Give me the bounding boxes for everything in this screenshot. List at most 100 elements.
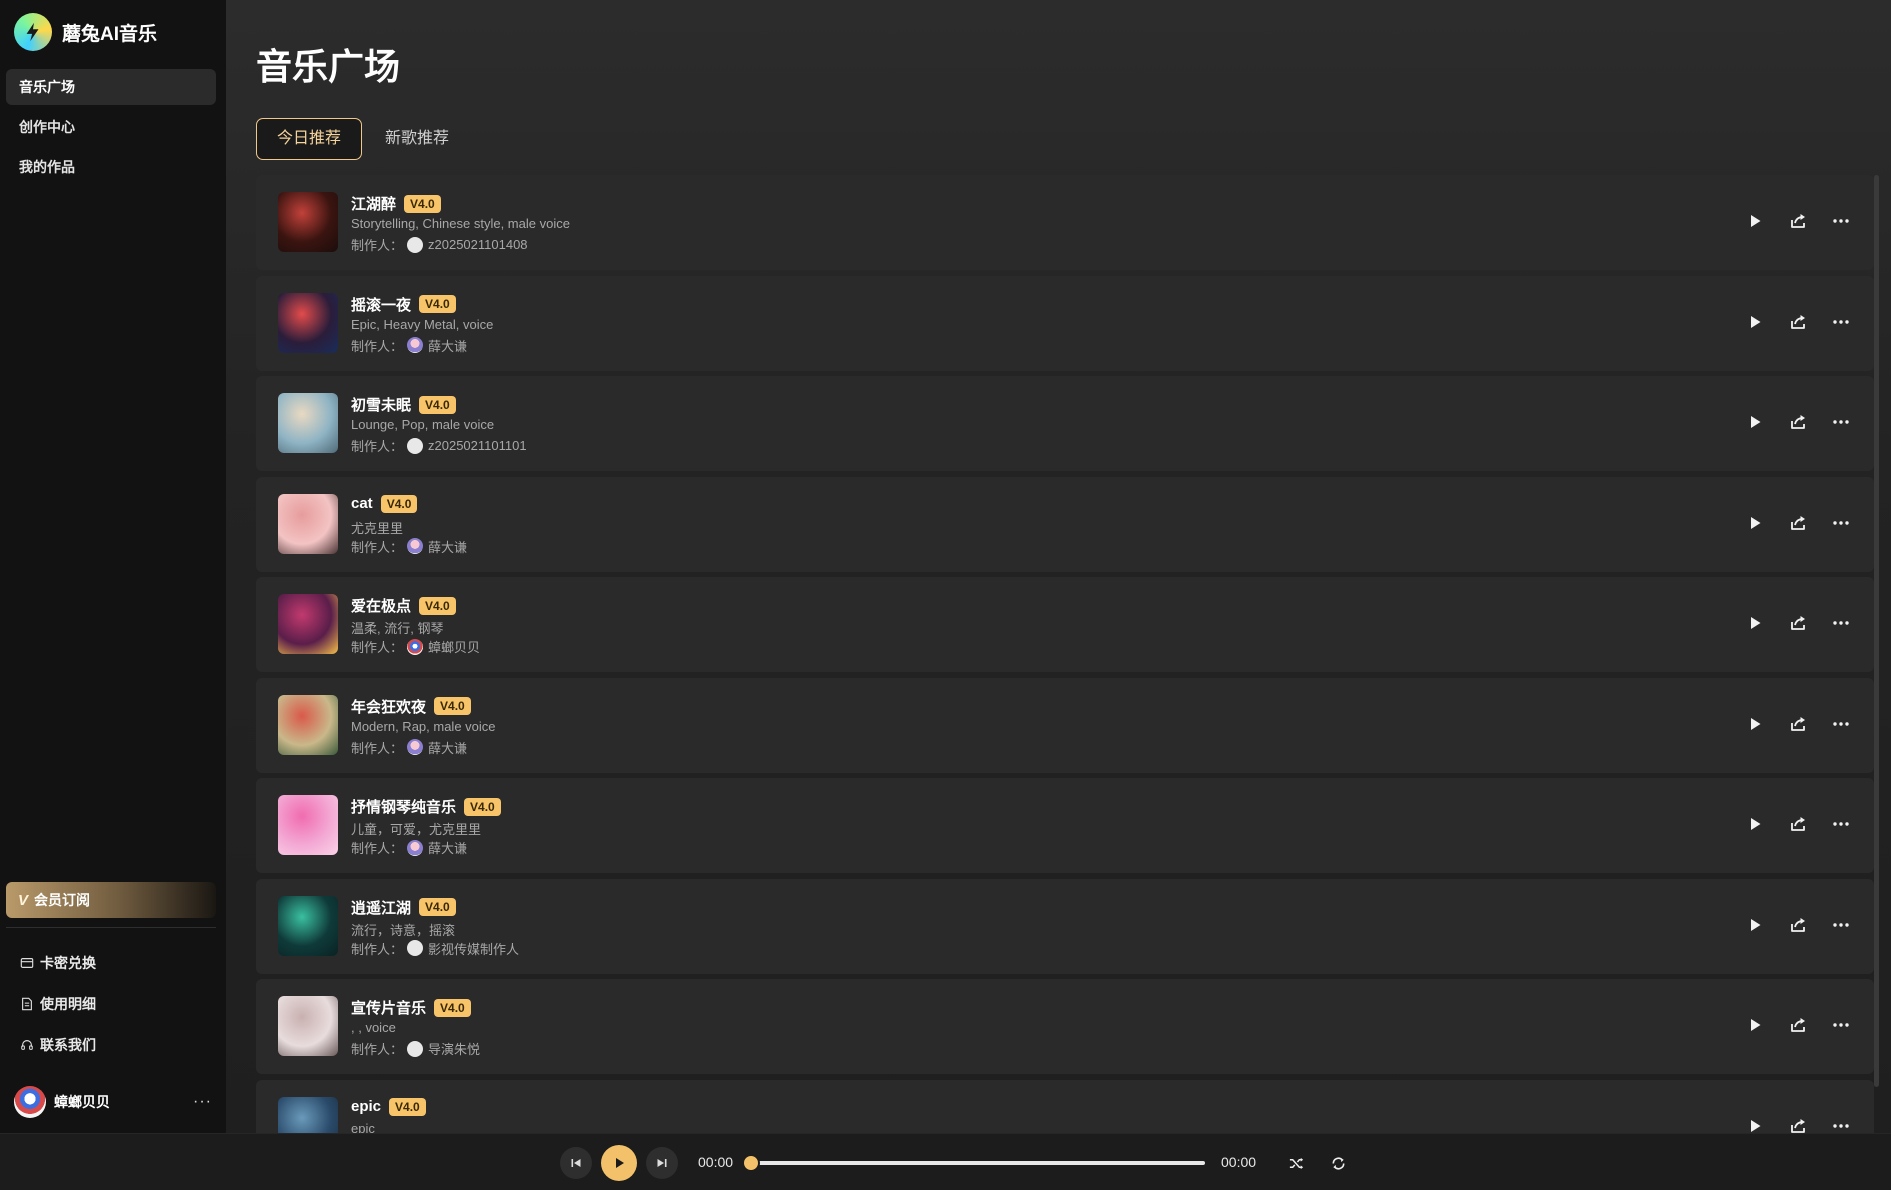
row-more-button[interactable]: [1828, 208, 1854, 234]
vip-subscribe-button[interactable]: V 会员订阅: [6, 882, 216, 918]
maker-name[interactable]: 影视传媒制作人: [428, 939, 519, 958]
next-button[interactable]: [646, 1147, 678, 1179]
song-cover[interactable]: [278, 895, 338, 956]
song-cover[interactable]: [278, 292, 338, 353]
row-more-button[interactable]: [1828, 811, 1854, 837]
maker-name[interactable]: 导演朱悦: [428, 1039, 480, 1058]
song-row[interactable]: 摇滚一夜 V4.0 Epic, Heavy Metal, voice 制作人： 薛大谦: [256, 275, 1874, 371]
row-play-button[interactable]: [1742, 510, 1768, 536]
song-row[interactable]: 逍遥江湖 V4.0 流行，诗意，摇滚 制作人： 影视传媒制作人: [256, 878, 1874, 974]
progress-slider[interactable]: [742, 1154, 1205, 1172]
song-cover[interactable]: [278, 192, 338, 252]
song-name[interactable]: epic: [351, 1098, 381, 1115]
row-play-button[interactable]: [1742, 1113, 1768, 1134]
row-share-button[interactable]: [1785, 1012, 1811, 1038]
maker-name[interactable]: 蟑螂贝贝: [428, 637, 480, 656]
row-more-button[interactable]: [1828, 912, 1854, 938]
song-name[interactable]: 年会狂欢夜: [351, 696, 426, 717]
song-name[interactable]: 爱在极点: [351, 595, 411, 616]
song-name[interactable]: 江湖醉: [351, 193, 396, 214]
row-play-button[interactable]: [1742, 208, 1768, 234]
song-name[interactable]: 初雪未眠: [351, 394, 411, 415]
song-name[interactable]: 摇滚一夜: [351, 294, 411, 315]
song-row[interactable]: 宣传片音乐 V4.0 , , voice 制作人： 导演朱悦: [256, 979, 1874, 1074]
sidebar-divider: [6, 927, 216, 928]
row-share-button[interactable]: [1785, 309, 1811, 335]
row-play-button[interactable]: [1742, 711, 1768, 737]
sidebar-link-usage-details[interactable]: 使用明细: [6, 983, 216, 1024]
song-cover[interactable]: [278, 493, 338, 554]
share-icon: [1791, 314, 1805, 329]
song-name[interactable]: cat: [351, 495, 373, 512]
song-maker: 制作人： 薛大谦: [351, 838, 467, 857]
row-more-button[interactable]: [1828, 1113, 1854, 1134]
song-cover[interactable]: [278, 996, 338, 1056]
user-profile[interactable]: 蟑螂贝贝 ···: [14, 1085, 216, 1119]
row-play-button[interactable]: [1742, 409, 1768, 435]
row-actions: [1725, 610, 1854, 636]
song-row[interactable]: 初雪未眠 V4.0 Lounge, Pop, male voice 制作人： z2025…: [256, 376, 1874, 471]
more-icon: [1833, 721, 1849, 726]
song-row[interactable]: cat V4.0 尤克里里 制作人： 薛大谦: [256, 476, 1874, 572]
song-cover[interactable]: [278, 694, 338, 755]
maker-name[interactable]: 薛大谦: [428, 537, 467, 556]
maker-prefix: 制作人：: [351, 1042, 404, 1057]
maker-name[interactable]: 薛大谦: [428, 838, 467, 857]
row-more-button[interactable]: [1828, 1012, 1854, 1038]
row-play-button[interactable]: [1742, 1012, 1768, 1038]
song-title-line: cat V4.0: [351, 494, 418, 513]
tab-today-recommend[interactable]: 今日推荐: [256, 118, 363, 160]
row-more-button[interactable]: [1828, 309, 1854, 335]
nav-item-my-works[interactable]: 我的作品: [6, 149, 216, 185]
nav-item-creation-center[interactable]: 创作中心: [6, 109, 216, 145]
tab-new-songs[interactable]: 新歌推荐: [364, 118, 470, 160]
maker-name[interactable]: 薛大谦: [428, 336, 467, 355]
song-row[interactable]: 抒情钢琴纯音乐 V4.0 儿童，可爱，尤克里里 制作人： 薛大谦: [256, 778, 1874, 873]
song-name[interactable]: 抒情钢琴纯音乐: [351, 796, 456, 817]
row-share-button[interactable]: [1785, 409, 1811, 435]
version-badge: V4.0: [434, 998, 471, 1017]
song-cover[interactable]: [278, 393, 338, 453]
previous-button[interactable]: [560, 1147, 592, 1179]
song-row[interactable]: 江湖醉 V4.0 Storytelling, Chinese style, male…: [256, 175, 1874, 270]
sidebar-link-contact-us[interactable]: 联系我们: [6, 1024, 216, 1065]
row-play-button[interactable]: [1742, 811, 1768, 837]
row-share-button[interactable]: [1785, 610, 1811, 636]
maker-prefix: 制作人：: [351, 439, 404, 454]
brand[interactable]: 蘑兔AI音乐: [14, 13, 157, 51]
row-share-button[interactable]: [1785, 912, 1811, 938]
repeat-button[interactable]: [1327, 1152, 1349, 1174]
song-cover[interactable]: [278, 594, 338, 654]
song-row[interactable]: 爱在极点 V4.0 温柔, 流行, 钢琴 制作人： 蟑螂贝贝: [256, 577, 1874, 672]
song-name[interactable]: 宣传片音乐: [351, 997, 426, 1018]
nav-item-music-square[interactable]: 音乐广场: [6, 69, 216, 105]
sidebar-links: 卡密兑换 使用明细 联系我们: [6, 942, 216, 1065]
scrollbar[interactable]: [1874, 175, 1879, 1087]
row-more-button[interactable]: [1828, 610, 1854, 636]
row-more-button[interactable]: [1828, 510, 1854, 536]
maker-name[interactable]: z2025021101101: [428, 438, 527, 453]
song-row[interactable]: epic V4.0 epic: [256, 1079, 1874, 1134]
user-more-button[interactable]: ···: [193, 1093, 212, 1111]
song-cover[interactable]: [278, 795, 338, 855]
song-name[interactable]: 逍遥江湖: [351, 897, 411, 918]
row-share-button[interactable]: [1785, 208, 1811, 234]
row-share-button[interactable]: [1785, 510, 1811, 536]
row-share-button[interactable]: [1785, 711, 1811, 737]
maker-name[interactable]: 薛大谦: [428, 738, 467, 757]
maker-name[interactable]: z2025021101408: [428, 237, 528, 252]
player-play-button[interactable]: [601, 1145, 637, 1181]
song-cover[interactable]: [278, 1096, 338, 1133]
song-tags: Modern, Rap, male voice: [351, 718, 496, 734]
row-share-button[interactable]: [1785, 811, 1811, 837]
row-play-button[interactable]: [1742, 912, 1768, 938]
row-more-button[interactable]: [1828, 711, 1854, 737]
sidebar-link-redeem-card[interactable]: 卡密兑换: [6, 942, 216, 983]
row-more-button[interactable]: [1828, 409, 1854, 435]
song-row[interactable]: 年会狂欢夜 V4.0 Modern, Rap, male voice 制作人： 薛大谦: [256, 677, 1874, 773]
row-play-button[interactable]: [1742, 309, 1768, 335]
shuffle-button[interactable]: [1285, 1152, 1307, 1174]
row-play-button[interactable]: [1742, 610, 1768, 636]
progress-knob[interactable]: [742, 1154, 760, 1172]
row-share-button[interactable]: [1785, 1113, 1811, 1134]
